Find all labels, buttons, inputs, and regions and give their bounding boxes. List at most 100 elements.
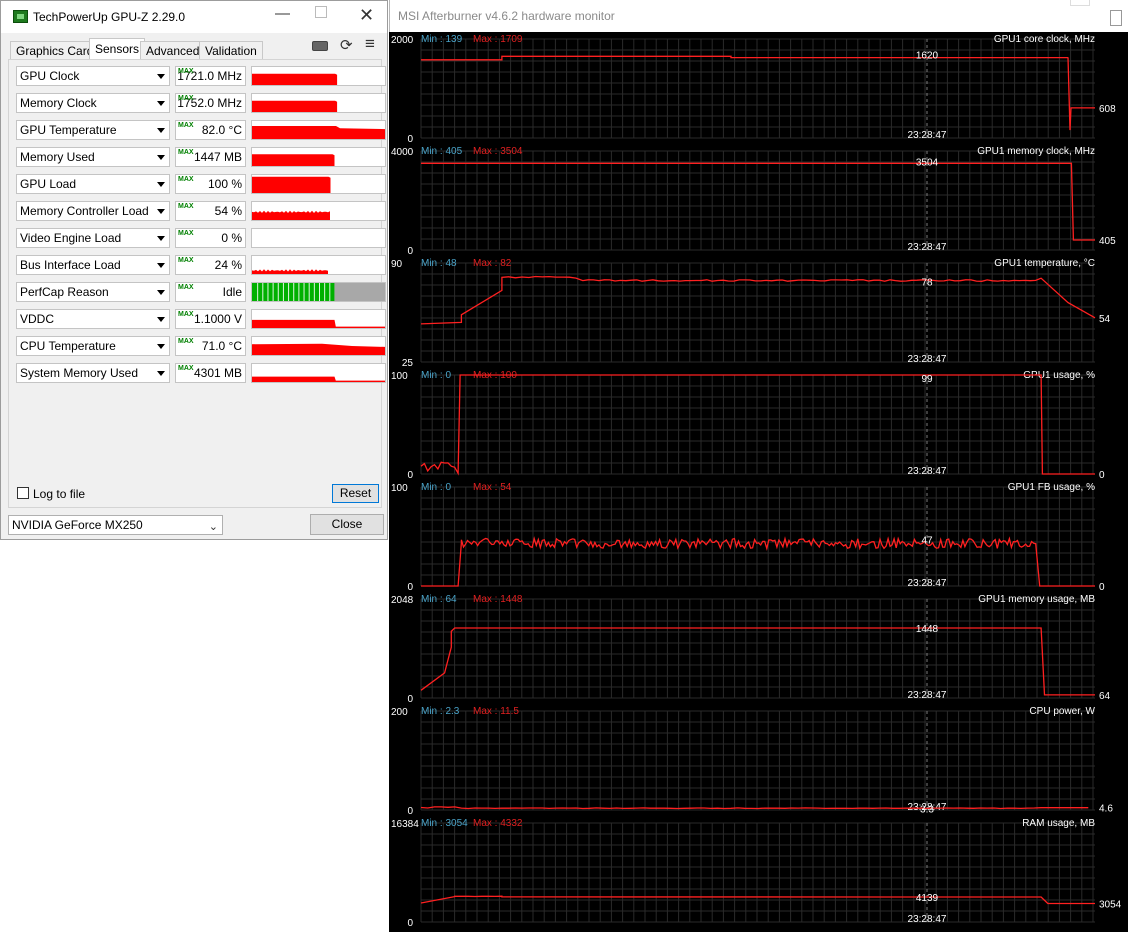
end-value: 0 (1099, 582, 1105, 593)
menu-icon[interactable]: ≡ (365, 34, 375, 54)
hardware-monitor-graphs[interactable]: 20000Min : 139 Max : 1709 GPU1 core clock,… (389, 32, 1128, 932)
sensor-name-dropdown[interactable]: CPU Temperature (16, 336, 170, 356)
min-label: Min : 3054 (421, 818, 468, 829)
sensor-name: GPU Temperature (20, 123, 117, 137)
dropdown-arrow-icon (157, 290, 165, 295)
tab-advanced[interactable]: Advanced (140, 41, 206, 59)
cursor-time: 23:28:47 (908, 914, 947, 925)
sensor-value[interactable]: MAX 1.1000 V (175, 309, 246, 329)
graph-title: GPU1 memory clock, MHz (977, 146, 1095, 157)
y-max-label: 2048 (391, 595, 414, 606)
close-icon[interactable]: ✕ (359, 5, 374, 26)
perfcap-gap (267, 283, 269, 301)
dropdown-arrow-icon (157, 344, 165, 349)
sensor-value[interactable]: MAX 1752.0 MHz (175, 93, 246, 113)
gpu-select[interactable]: NVIDIA GeForce MX250 ⌄ (8, 515, 223, 535)
min-label: Min : 2.3 (421, 706, 460, 717)
sensor-name-dropdown[interactable]: GPU Load (16, 174, 170, 194)
min-label: Min : 405 (421, 146, 463, 157)
perfcap-gap (288, 283, 290, 301)
graph-title: GPU1 core clock, MHz (994, 34, 1095, 45)
min-label: Min : 0 (421, 482, 451, 493)
minimize-icon[interactable]: — (275, 5, 290, 22)
sensor-name-dropdown[interactable]: Memory Clock (16, 93, 170, 113)
afterburner-title-bar[interactable]: MSI Afterburner v4.6.2 hardware monitor (389, 0, 1128, 32)
perfcap-gap (318, 283, 320, 301)
sensor-value[interactable]: MAX 54 % (175, 201, 246, 221)
sensor-row: PerfCap Reason MAX Idle (9, 281, 386, 303)
y-max-label: 2000 (391, 35, 414, 46)
sensor-value[interactable]: MAX 100 % (175, 174, 246, 194)
sensor-name: PerfCap Reason (20, 285, 109, 299)
y-min-label: 25 (402, 358, 414, 369)
sensor-value[interactable]: MAX 24 % (175, 255, 246, 275)
sensor-graph-area (252, 269, 328, 274)
sensor-value[interactable]: MAX 82.0 °C (175, 120, 246, 140)
close-button[interactable]: Close (310, 514, 384, 535)
sensor-name-dropdown[interactable]: Memory Controller Load (16, 201, 170, 221)
camera-icon[interactable] (312, 41, 328, 51)
refresh-icon[interactable]: ⟳ (340, 36, 353, 54)
afterburner-tab-handle[interactable] (1070, 0, 1090, 6)
tab-graphics-card[interactable]: Graphics Card (10, 41, 100, 59)
y-min-label: 0 (407, 134, 413, 145)
sensor-value-text: 82.0 °C (201, 123, 242, 137)
y-min-label: 0 (407, 246, 413, 257)
sensor-graph-area (252, 343, 385, 355)
sensor-name-dropdown[interactable]: System Memory Used (16, 363, 170, 383)
sensor-graph-area (252, 126, 385, 139)
sensor-name: Memory Used (20, 150, 95, 164)
max-label: Max : 54 (473, 482, 512, 493)
sensor-name-dropdown[interactable]: Memory Used (16, 147, 170, 167)
y-min-label: 0 (407, 918, 413, 929)
y-max-label: 16384 (391, 819, 419, 830)
afterburner-title: MSI Afterburner v4.6.2 hardware monitor (398, 9, 615, 23)
cursor-value: 99 (921, 374, 933, 385)
graph-title: GPU1 temperature, °C (994, 258, 1095, 269)
sensor-name-dropdown[interactable]: PerfCap Reason (16, 282, 170, 302)
sensor-value[interactable]: MAX 71.0 °C (175, 336, 246, 356)
sensor-name-dropdown[interactable]: GPU Clock (16, 66, 170, 86)
gpuz-title-bar[interactable]: TechPowerUp GPU-Z 2.29.0 — ✕ (1, 1, 387, 33)
sensor-value-text: 4301 MB (193, 366, 242, 380)
graph-title: RAM usage, MB (1022, 818, 1095, 829)
sensor-value-text: 24 % (214, 258, 242, 272)
y-max-label: 100 (391, 483, 408, 494)
y-min-label: 0 (407, 694, 413, 705)
sensor-name-dropdown[interactable]: VDDC (16, 309, 170, 329)
tab-sensors[interactable]: Sensors (89, 38, 146, 60)
tab-validation[interactable]: Validation (199, 41, 263, 59)
sensor-value[interactable]: MAX 1721.0 MHz (175, 66, 246, 86)
min-label: Min : 0 (421, 370, 451, 381)
cursor-value: 1620 (916, 50, 939, 61)
sensor-value[interactable]: MAX 0 % (175, 228, 246, 248)
max-label: Max : 11.5 (473, 706, 519, 717)
end-value: 608 (1099, 104, 1116, 115)
reset-button[interactable]: Reset (332, 484, 379, 503)
sensor-value[interactable]: MAX 4301 MB (175, 363, 246, 383)
sensor-value-text: 71.0 °C (201, 339, 242, 353)
max-label: Max : 3504 (473, 146, 523, 157)
sensor-value-text: 100 % (207, 177, 242, 191)
sensor-name: GPU Load (20, 177, 77, 191)
min-label: Min : 48 (421, 258, 457, 269)
perfcap-active-bar (252, 283, 335, 301)
maximize-icon[interactable] (315, 6, 327, 18)
cursor-value: 1448 (916, 624, 939, 635)
log-to-file-checkbox[interactable] (17, 487, 29, 499)
sensor-name-dropdown[interactable]: Bus Interface Load (16, 255, 170, 275)
sensor-value[interactable]: MAX 1447 MB (175, 147, 246, 167)
sensor-value[interactable]: MAX Idle (175, 282, 246, 302)
perfcap-gap (282, 283, 284, 301)
end-value: 4.6 (1099, 804, 1113, 815)
sensor-value-text: 1.1000 V (193, 312, 242, 326)
sensor-value-text: 0 % (221, 231, 242, 245)
afterburner-close-icon[interactable] (1110, 10, 1122, 26)
dropdown-arrow-icon (157, 155, 165, 160)
cursor-value: 78 (921, 277, 933, 288)
sensor-name-dropdown[interactable]: GPU Temperature (16, 120, 170, 140)
sensor-row: Memory Clock MAX 1752.0 MHz (9, 92, 386, 114)
dropdown-arrow-icon (157, 209, 165, 214)
sensor-name-dropdown[interactable]: Video Engine Load (16, 228, 170, 248)
sensor-graph (251, 255, 386, 275)
